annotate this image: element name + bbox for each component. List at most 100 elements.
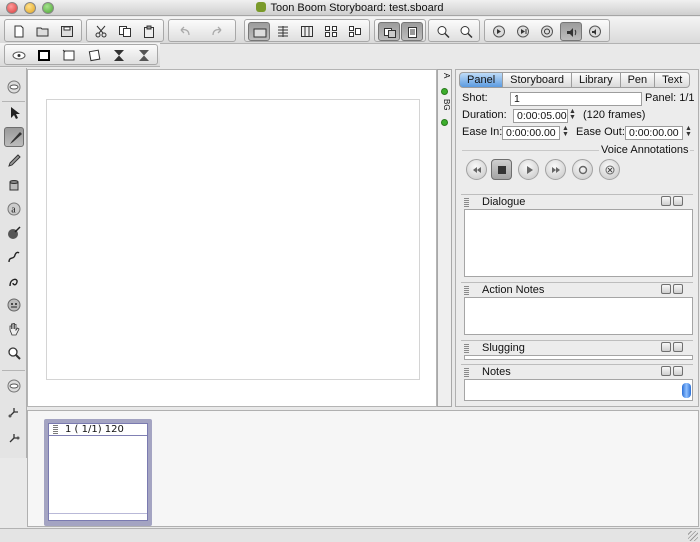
redo-button[interactable] <box>206 22 228 41</box>
eraser-tool-icon <box>9 180 19 191</box>
action-notes-label: Action Notes <box>482 284 545 296</box>
slugging-section-header[interactable]: Slugging <box>461 340 693 354</box>
panel-thumbnail[interactable]: 1 ( 1/1) 120 <box>44 419 152 526</box>
tab-panel[interactable]: Panel <box>459 72 504 88</box>
transform-tool[interactable] <box>4 295 24 315</box>
tab-storyboard[interactable]: Storyboard <box>503 72 572 88</box>
stop-button[interactable] <box>491 159 512 180</box>
tab-pen[interactable]: Pen <box>620 72 656 88</box>
slugging-textarea[interactable] <box>464 355 693 360</box>
view-button[interactable] <box>8 46 30 65</box>
maximize-section-icon[interactable] <box>661 284 671 294</box>
ease-in-field[interactable]: 0:00:00.00 <box>502 126 560 140</box>
drag-handle-icon[interactable] <box>464 344 469 353</box>
pencil-tool[interactable] <box>4 151 24 171</box>
notes-section-header[interactable]: Notes <box>461 364 693 378</box>
zoom-window-button[interactable] <box>42 2 54 14</box>
detach-section-icon[interactable] <box>673 342 683 352</box>
layer-bg-visibility-dot[interactable] <box>441 119 448 126</box>
undo-button[interactable] <box>174 22 196 41</box>
notes-scrollbar-thumb[interactable] <box>682 383 691 398</box>
flip-v-button[interactable] <box>133 46 155 65</box>
zoom-out-button[interactable] <box>455 22 477 41</box>
fast-forward-button[interactable] <box>545 159 566 180</box>
onion-skin-button[interactable] <box>378 22 400 41</box>
drawing-stage[interactable] <box>27 69 437 407</box>
select-tool[interactable] <box>4 103 24 123</box>
camera-1-tool[interactable] <box>4 402 24 422</box>
detach-section-icon[interactable] <box>673 196 683 206</box>
view-mode-4-button[interactable] <box>320 22 342 41</box>
panel-3-button[interactable] <box>83 46 105 65</box>
light-table-button[interactable] <box>401 22 423 41</box>
detach-section-icon[interactable] <box>673 284 683 294</box>
drag-handle-icon[interactable] <box>464 198 469 207</box>
ease-out-stepper[interactable]: ▲ ▼ <box>685 125 692 139</box>
tab-text[interactable]: Text <box>655 72 691 88</box>
play-button[interactable] <box>488 22 510 41</box>
shot-field[interactable]: 1 <box>510 92 642 106</box>
drag-handle-icon[interactable] <box>53 425 58 434</box>
layer-bg-label[interactable]: BG <box>438 99 451 111</box>
stroke-tool[interactable] <box>4 271 24 291</box>
maximize-section-icon[interactable] <box>661 342 671 352</box>
loop-button[interactable] <box>536 22 558 41</box>
delete-recording-button[interactable] <box>599 159 620 180</box>
ease-in-stepper[interactable]: ▲ ▼ <box>562 125 569 139</box>
undo-toolbar-group <box>168 19 236 42</box>
tab-library[interactable]: Library <box>571 72 621 88</box>
voice-play-button[interactable] <box>518 159 539 180</box>
eraser-tool[interactable] <box>4 175 24 195</box>
hand-tool[interactable] <box>4 319 24 339</box>
zoom-tool[interactable] <box>4 343 24 363</box>
copy-button[interactable] <box>114 22 136 41</box>
maximize-section-icon[interactable] <box>661 366 671 376</box>
zoom-in-button[interactable] <box>432 22 454 41</box>
save-button[interactable] <box>56 22 78 41</box>
sound-button[interactable] <box>560 22 582 41</box>
view-tool[interactable] <box>4 77 24 97</box>
open-file-button[interactable] <box>32 22 54 41</box>
paste-button[interactable] <box>138 22 160 41</box>
notes-textarea[interactable] <box>464 379 693 401</box>
sound-scrub-button[interactable] <box>584 22 606 41</box>
contour-tool[interactable] <box>4 247 24 267</box>
layer-a-visibility-dot[interactable] <box>441 88 448 95</box>
new-file-button[interactable] <box>8 22 30 41</box>
layer-a-label[interactable]: A <box>438 73 451 78</box>
dialogue-section-header[interactable]: Dialogue <box>461 194 693 208</box>
svg-text:a: a <box>11 205 16 216</box>
record-icon <box>578 165 588 175</box>
minimize-window-button[interactable] <box>24 2 36 14</box>
panel-1-button[interactable] <box>33 46 55 65</box>
maximize-section-icon[interactable] <box>661 196 671 206</box>
paint-tool[interactable] <box>4 223 24 243</box>
drag-handle-icon[interactable] <box>464 368 469 377</box>
action-notes-section-header[interactable]: Action Notes <box>461 282 693 296</box>
flip-h-button[interactable] <box>108 46 130 65</box>
view-mode-3-icon <box>301 26 313 37</box>
duration-field[interactable]: 0:00:05.00 <box>513 109 568 123</box>
camera-2-tool[interactable] <box>4 428 24 448</box>
view-mode-1-button[interactable] <box>248 22 270 41</box>
brush-tool[interactable] <box>4 127 24 147</box>
drag-handle-icon[interactable] <box>464 286 469 295</box>
action-notes-textarea[interactable] <box>464 297 693 335</box>
view-mode-5-button[interactable] <box>344 22 366 41</box>
sound-icon <box>567 28 577 37</box>
text-tool[interactable]: a <box>4 199 24 219</box>
ease-out-field[interactable]: 0:00:00.00 <box>625 126 683 140</box>
play-panel-button[interactable] <box>512 22 534 41</box>
record-button[interactable] <box>572 159 593 180</box>
close-window-button[interactable] <box>6 2 18 14</box>
cut-button[interactable] <box>90 22 112 41</box>
detach-section-icon[interactable] <box>673 366 683 376</box>
duration-stepper[interactable]: ▲ ▼ <box>569 108 576 122</box>
panel-2-button[interactable] <box>58 46 80 65</box>
resize-grip-icon[interactable] <box>688 531 698 541</box>
view-mode-2-button[interactable] <box>272 22 294 41</box>
camera-view-tool[interactable] <box>4 376 24 396</box>
rewind-button[interactable] <box>466 159 487 180</box>
dialogue-textarea[interactable] <box>464 209 693 277</box>
view-mode-3-button[interactable] <box>296 22 318 41</box>
